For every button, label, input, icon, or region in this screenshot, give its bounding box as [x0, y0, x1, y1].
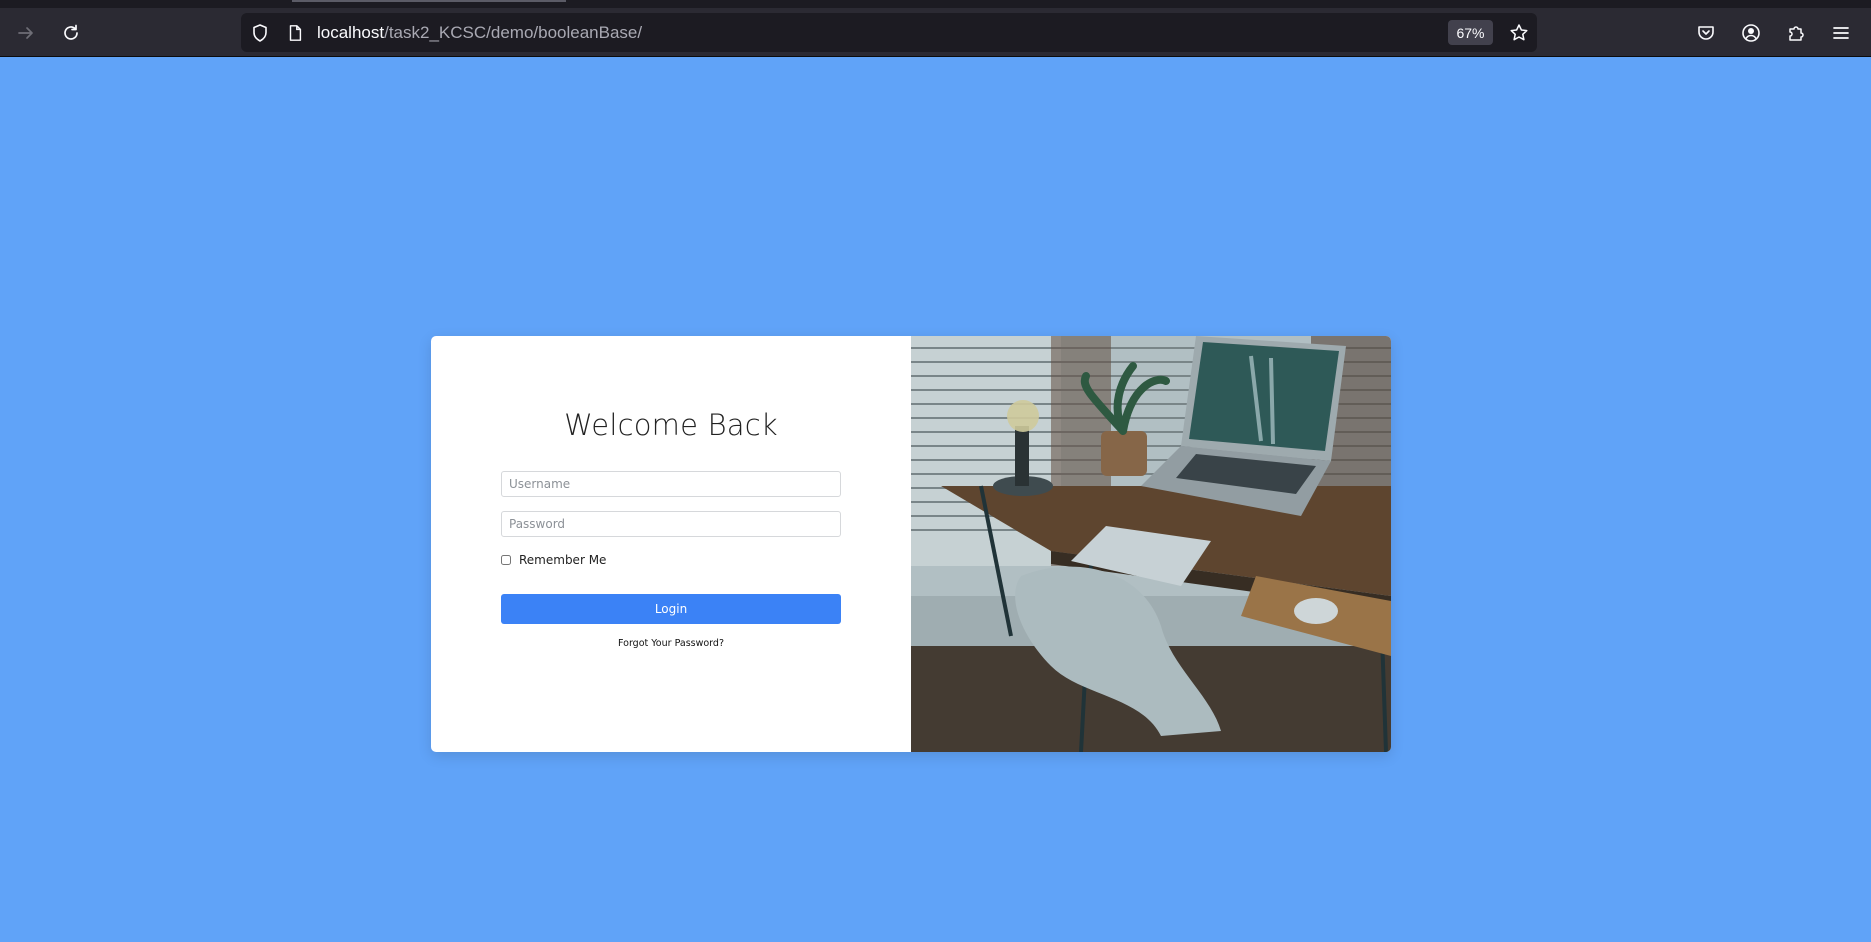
hamburger-icon: [1833, 27, 1849, 39]
pocket-icon: [1698, 26, 1714, 40]
star-icon[interactable]: [1507, 21, 1531, 45]
zoom-indicator[interactable]: 67%: [1448, 20, 1493, 45]
pocket-button[interactable]: [1689, 16, 1723, 50]
login-button[interactable]: Login: [501, 594, 841, 624]
login-form: Welcome Back Remember Me Login Forgot Yo…: [431, 336, 911, 752]
menu-button[interactable]: [1824, 16, 1858, 50]
puzzle-icon: [1789, 26, 1804, 41]
tab-strip: [0, 0, 1871, 8]
forgot-password-link[interactable]: Forgot Your Password?: [431, 638, 911, 649]
url-text[interactable]: localhost/task2_KCSC/demo/booleanBase/: [317, 23, 642, 43]
browser-toolbar: localhost/task2_KCSC/demo/booleanBase/ 6…: [0, 8, 1871, 57]
arrow-right-icon: [18, 27, 33, 39]
workspace-photo: [911, 336, 1391, 752]
account-icon: [1742, 24, 1760, 42]
username-input[interactable]: [501, 471, 841, 497]
password-input[interactable]: [501, 511, 841, 537]
address-bar[interactable]: localhost/task2_KCSC/demo/booleanBase/ 6…: [241, 13, 1537, 52]
shield-icon[interactable]: [249, 22, 271, 44]
remember-me-checkbox[interactable]: [501, 555, 511, 565]
reload-button[interactable]: [54, 16, 88, 50]
url-path: /task2_KCSC/demo/booleanBase/: [384, 23, 643, 42]
url-host: localhost: [317, 23, 385, 42]
page-title: Welcome Back: [564, 408, 778, 442]
forward-button[interactable]: [9, 16, 43, 50]
page-icon[interactable]: [284, 22, 306, 44]
remember-me-label[interactable]: Remember Me: [519, 553, 606, 567]
remember-me-row: Remember Me: [501, 553, 606, 567]
account-button[interactable]: [1734, 16, 1768, 50]
extensions-button[interactable]: [1779, 16, 1813, 50]
active-tab-indicator: [292, 0, 566, 2]
reload-icon: [64, 24, 78, 40]
login-card: Welcome Back Remember Me Login Forgot Yo…: [431, 336, 1391, 752]
